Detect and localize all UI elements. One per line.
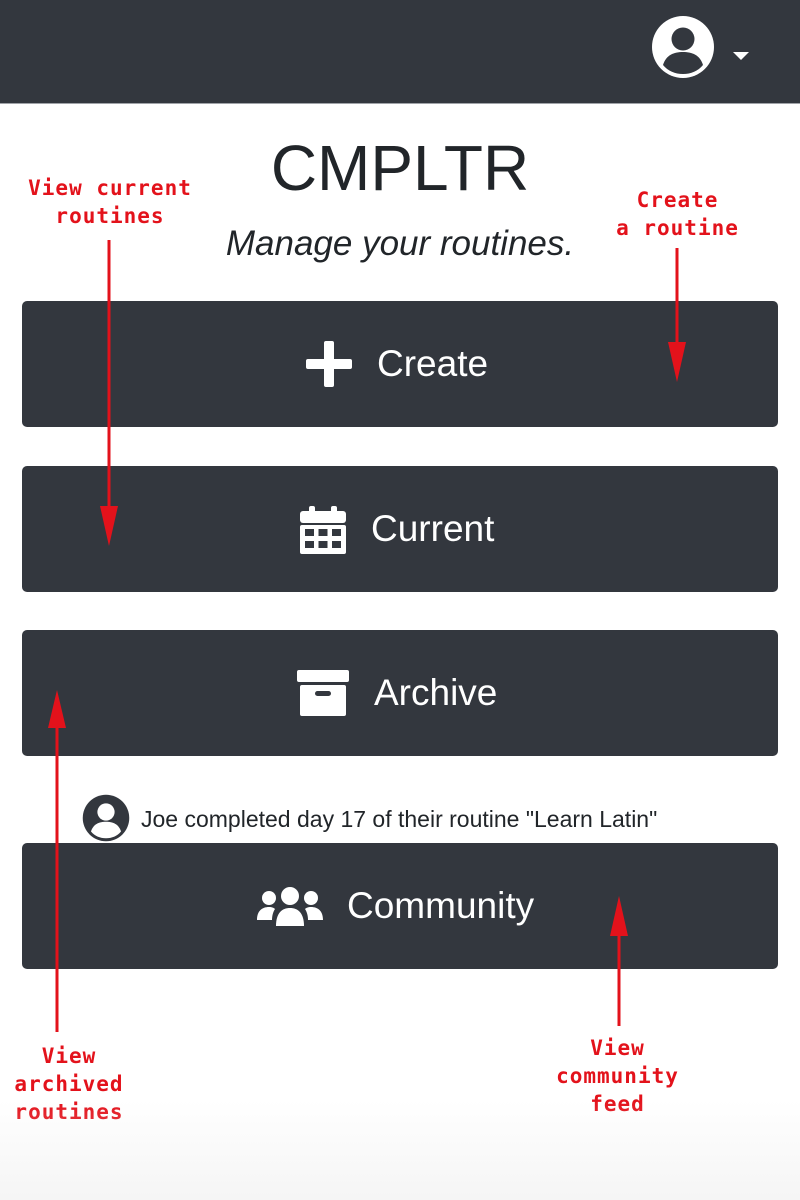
annotation-community: View community feed bbox=[556, 1036, 679, 1116]
annotation-create: Create a routine bbox=[616, 188, 739, 240]
arrow-create bbox=[668, 248, 686, 382]
arrow-community bbox=[610, 896, 628, 1026]
arrow-archive bbox=[48, 690, 66, 1032]
annotation-current: View current routines bbox=[28, 176, 192, 228]
annotation-archive: View archived routines bbox=[14, 1044, 124, 1124]
arrow-current bbox=[100, 240, 118, 546]
